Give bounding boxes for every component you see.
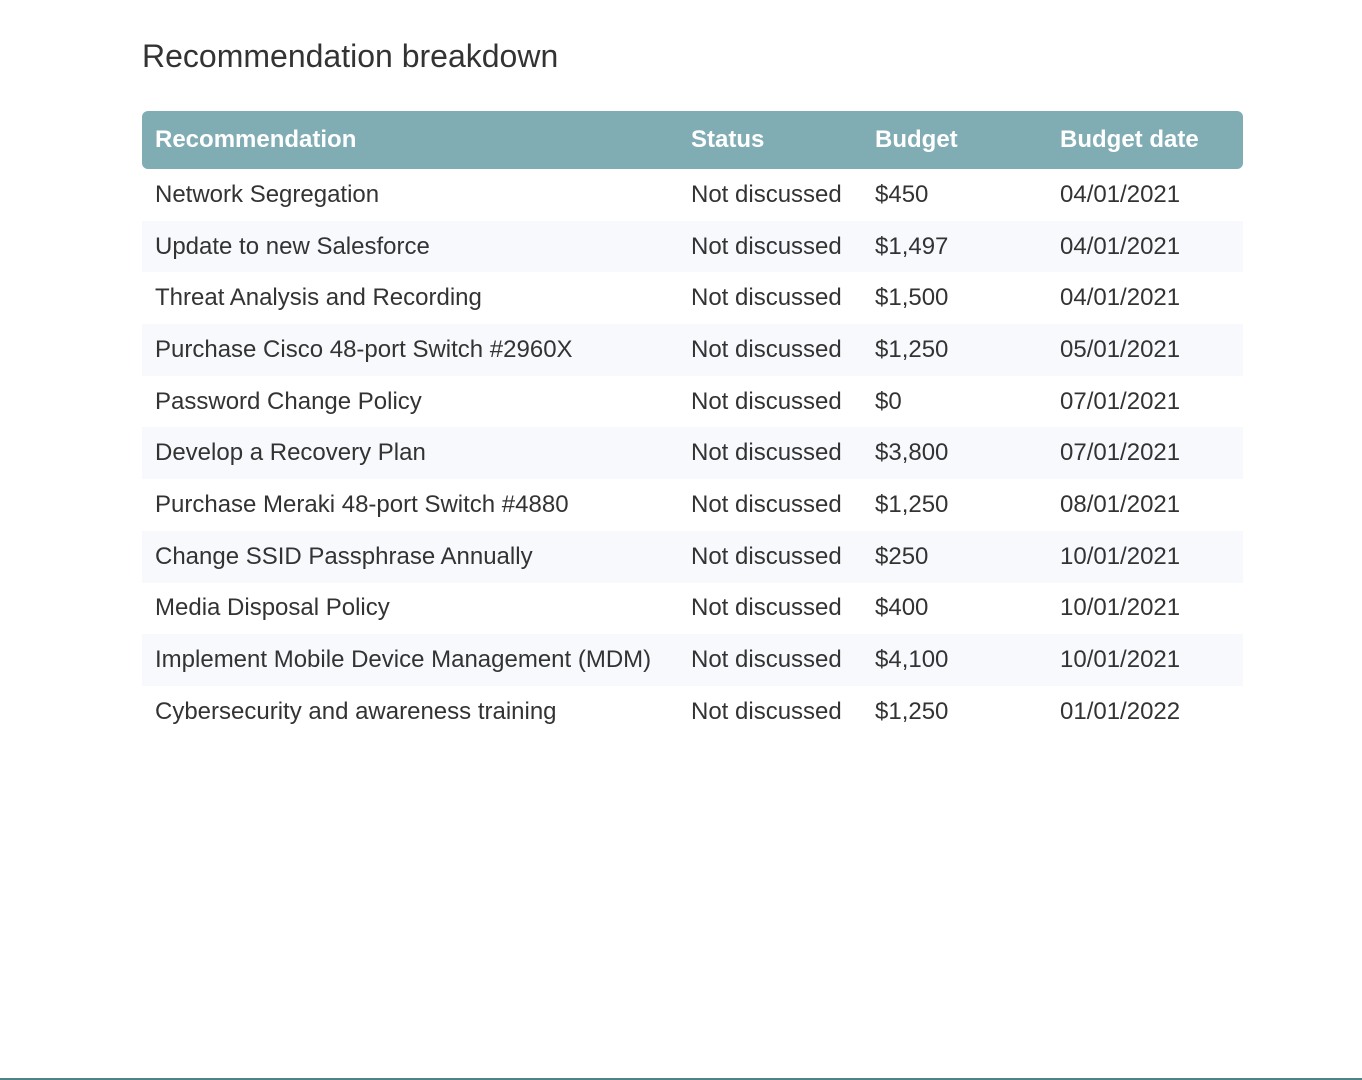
cell-budget: $1,497	[875, 232, 949, 260]
cell-status: Not discussed	[691, 180, 842, 208]
cell-budget: $1,250	[875, 335, 949, 363]
cell-recommendation: Update to new Salesforce	[155, 232, 430, 260]
cell-recommendation: Purchase Cisco 48-port Switch #2960X	[155, 335, 573, 363]
cell-status: Not discussed	[691, 490, 842, 518]
cell-recommendation: Implement Mobile Device Management (MDM)	[155, 646, 652, 674]
table-body: Network Segregation Not discussed $450 04/0…	[142, 169, 1243, 738]
table-row[interactable]: Media Disposal Policy Not discussed $400 10…	[142, 582, 1243, 635]
cell-budget-date: 07/01/2021	[1060, 439, 1181, 467]
cell-status: Not discussed	[691, 439, 842, 467]
cell-status: Not discussed	[691, 284, 842, 312]
cell-budget: $1,250	[875, 697, 949, 725]
cell-budget: $1,250	[875, 490, 949, 518]
cell-status: Not discussed	[691, 387, 842, 415]
table-header-row: Recommendation Status Budget Budget date	[142, 111, 1243, 169]
column-header-status[interactable]: Status	[691, 111, 875, 169]
table-row[interactable]: Network Segregation Not discussed $450 04/0…	[142, 169, 1243, 221]
cell-budget-date: 04/01/2021	[1060, 180, 1181, 208]
column-header-recommendation[interactable]: Recommendation	[142, 111, 691, 169]
table-row[interactable]: Threat Analysis and Recording Not discuss…	[142, 272, 1243, 325]
cell-recommendation: Develop a Recovery Plan	[155, 439, 426, 467]
table-row[interactable]: Update to new Salesforce Not discussed $1,…	[142, 220, 1243, 273]
cell-recommendation: Media Disposal Policy	[155, 594, 390, 622]
table-row[interactable]: Develop a Recovery Plan Not discussed $3,8…	[142, 427, 1243, 480]
column-header-budget[interactable]: Budget	[875, 111, 1060, 169]
cell-budget: $4,100	[875, 646, 949, 674]
cell-budget: $1,500	[875, 284, 949, 312]
table-row[interactable]: Change SSID Passphrase Annually Not discu…	[142, 530, 1243, 583]
cell-status: Not discussed	[691, 232, 842, 260]
recommendation-table: Recommendation Status Budget Budget date…	[142, 111, 1243, 738]
column-header-budget-date[interactable]: Budget date	[1060, 111, 1243, 169]
page-title: Recommendation breakdown	[142, 38, 559, 74]
cell-recommendation: Threat Analysis and Recording	[155, 284, 482, 312]
cell-budget: $400	[875, 594, 929, 622]
recommendation-table-container: Recommendation Status Budget Budget date…	[142, 111, 1243, 738]
cell-budget-date: 07/01/2021	[1060, 387, 1181, 415]
cell-budget-date: 10/01/2021	[1060, 594, 1181, 622]
cell-status: Not discussed	[691, 542, 842, 570]
cell-status: Not discussed	[691, 335, 842, 363]
cell-budget-date: 08/01/2021	[1060, 490, 1181, 518]
cell-budget: $0	[875, 387, 902, 415]
cell-status: Not discussed	[691, 646, 842, 674]
cell-budget: $3,800	[875, 439, 949, 467]
cell-budget-date: 05/01/2021	[1060, 335, 1181, 363]
cell-status: Not discussed	[691, 594, 842, 622]
cell-budget-date: 04/01/2021	[1060, 232, 1181, 260]
cell-recommendation: Change SSID Passphrase Annually	[155, 542, 533, 570]
cell-status: Not discussed	[691, 697, 842, 725]
cell-budget-date: 10/01/2021	[1060, 646, 1181, 674]
cell-budget-date: 01/01/2022	[1060, 697, 1181, 725]
cell-recommendation: Purchase Meraki 48-port Switch #4880	[155, 490, 569, 518]
table-row[interactable]: Password Change Policy Not discussed $0 07/…	[142, 375, 1243, 428]
cell-budget: $450	[875, 180, 929, 208]
cell-budget-date: 04/01/2021	[1060, 284, 1181, 312]
cell-budget-date: 10/01/2021	[1060, 542, 1181, 570]
table-row[interactable]: Purchase Cisco 48-port Switch #2960X Not …	[142, 324, 1243, 376]
table-row[interactable]: Cybersecurity and awareness training Not …	[142, 685, 1243, 738]
cell-recommendation: Network Segregation	[155, 180, 380, 208]
cell-recommendation: Cybersecurity and awareness training	[155, 697, 557, 725]
table-header: Recommendation Status Budget Budget date	[142, 111, 1243, 169]
cell-recommendation: Password Change Policy	[155, 387, 422, 415]
cell-budget: $250	[875, 542, 929, 570]
table-row[interactable]: Implement Mobile Device Management (MDM)…	[142, 634, 1243, 686]
table-row[interactable]: Purchase Meraki 48-port Switch #4880 Not …	[142, 479, 1243, 531]
